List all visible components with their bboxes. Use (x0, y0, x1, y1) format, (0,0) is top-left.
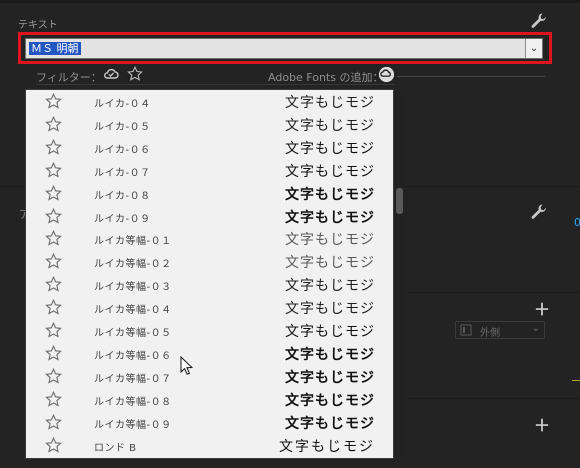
font-preview-sample: 文字もじモジ (285, 140, 375, 157)
star-icon[interactable] (45, 230, 62, 247)
star-icon[interactable] (45, 367, 62, 385)
font-list-item[interactable]: ルイカ-０６ 文字もじモジ (26, 136, 393, 159)
font-preview-sample: 文字もじモジ (285, 232, 375, 249)
wrench-icon[interactable] (530, 203, 548, 221)
font-list-item[interactable]: ルイカ-０８ 文字もじモジ (26, 182, 393, 205)
font-preview-sample: 文字もじモジ (285, 415, 375, 432)
plus-icon[interactable]: ＋ (534, 296, 550, 320)
star-icon[interactable] (45, 93, 62, 110)
filter-label: フィルター： (36, 71, 102, 84)
font-name: ルイカ-０８ (94, 190, 151, 202)
star-icon[interactable] (45, 207, 62, 225)
font-name: ルイカ等幅-０９ (94, 419, 172, 431)
star-icon[interactable] (45, 184, 62, 202)
font-preview-sample: 文字もじモジ (285, 346, 375, 363)
font-name: ルイカ等幅-０３ (94, 282, 172, 294)
wrench-icon[interactable] (530, 12, 548, 30)
timeline-marker (572, 380, 580, 381)
filter-divider (397, 76, 545, 77)
star-icon[interactable] (127, 66, 143, 82)
font-preview-sample: 文字もじモジ (285, 255, 375, 272)
font-name: ルイカ等幅-０４ (94, 305, 172, 317)
plus-icon[interactable]: ＋ (534, 412, 550, 436)
section-label-text: テキスト (18, 20, 58, 31)
font-preview-sample: 文字もじモジ (285, 301, 375, 318)
font-list-item[interactable]: ルイカ等幅-０９ 文字もじモジ (26, 411, 393, 434)
font-name: ロンド B (94, 442, 137, 454)
font-preview-sample: 文字もじモジ (285, 186, 375, 203)
font-preview-sample: 文字もじモジ (285, 324, 375, 340)
font-name: ルイカ-０６ (94, 144, 151, 156)
value-readout-partial: 0 (574, 216, 580, 229)
font-preview-sample: 文字もじモジ (285, 163, 375, 180)
font-list-item[interactable]: ルイカ等幅-０５ 文字もじモジ (26, 319, 393, 342)
font-preview-sample: 文字もじモジ (285, 278, 375, 295)
font-name: ルイカ-０７ (94, 167, 151, 179)
creative-cloud-icon[interactable] (378, 66, 395, 83)
font-list-item[interactable]: ルイカ等幅-０６ 文字もじモジ (26, 342, 393, 365)
font-name: ルイカ等幅-０２ (94, 259, 172, 271)
star-icon[interactable] (45, 322, 62, 339)
font-preview-sample: 文字もじモジ (285, 95, 375, 111)
font-list-item[interactable]: ルイカ-０５ 文字もじモジ (26, 113, 393, 136)
panel-divider (408, 398, 580, 399)
cloud-check-icon[interactable] (103, 67, 119, 81)
filter-divider (36, 84, 394, 85)
scrollbar-track[interactable] (394, 90, 405, 458)
font-preview-sample: 文字もじモジ (285, 369, 375, 386)
font-preview-sample: 文字もじモジ (285, 209, 375, 226)
star-icon[interactable] (45, 299, 62, 316)
font-name: ルイカ-０５ (94, 121, 151, 133)
adobe-fonts-label: Adobe Fonts の追加： (268, 71, 384, 84)
font-name: ルイカ等幅-０５ (94, 328, 172, 339)
font-family-select[interactable]: ＭＳ 明朝 ⌄ (25, 38, 543, 59)
font-list-item[interactable]: ルイカ-０７ 文字もじモジ (26, 159, 393, 182)
font-name: ルイカ等幅-０６ (94, 350, 172, 362)
font-name: ルイカ等幅-０１ (94, 236, 172, 248)
stroke-position-value: 外側 (480, 328, 500, 339)
star-icon[interactable] (45, 413, 62, 431)
font-name: ルイカ-０９ (94, 213, 151, 225)
font-preview-sample: 文字もじモジ (279, 438, 375, 455)
star-icon[interactable] (45, 276, 62, 293)
chevron-down-icon[interactable]: ⌄ (525, 39, 542, 58)
font-list-item[interactable]: ルイカ等幅-０１ 文字もじモジ (26, 227, 393, 250)
star-icon[interactable] (45, 138, 62, 156)
font-list-item[interactable]: ロンド B 文字もじモジ (26, 434, 393, 457)
font-list-item[interactable]: ルイカ等幅-０３ 文字もじモジ (26, 273, 393, 296)
chevron-down-icon: ⌄ (531, 323, 540, 334)
font-list-item[interactable]: ルイカ等幅-０７ 文字もじモジ (26, 365, 393, 388)
font-list-item[interactable]: ルイカ等幅-０２ 文字もじモジ (26, 250, 393, 273)
font-preview-sample: 文字もじモジ (285, 392, 375, 409)
font-list-item[interactable]: ルイカ-０４ 文字もじモジ (26, 90, 393, 113)
font-preview-sample: 文字もじモジ (285, 117, 375, 134)
font-list-item[interactable]: ルイカ等幅-０８ 文字もじモジ (26, 388, 393, 411)
star-icon[interactable] (45, 436, 62, 454)
star-icon[interactable] (45, 253, 62, 270)
stroke-align-icon (460, 324, 472, 336)
font-family-value[interactable]: ＭＳ 明朝 (29, 42, 81, 55)
font-list-item[interactable]: ルイカ-０９ 文字もじモジ (26, 205, 393, 228)
star-icon[interactable] (45, 390, 62, 408)
star-icon[interactable] (45, 115, 62, 133)
panel-top-border (0, 0, 580, 3)
font-dropdown-list[interactable]: ルイカ-０４ 文字もじモジ ルイカ-０５ 文字もじモジ ルイカ-０６ 文字もじモジ ルイカ-… (26, 90, 393, 458)
panel-divider (408, 292, 580, 293)
font-name: ルイカ等幅-０８ (94, 396, 172, 408)
font-name: ルイカ等幅-０７ (94, 373, 172, 385)
stroke-position-select[interactable]: 外側 ⌄ (455, 321, 545, 339)
star-icon[interactable] (45, 344, 62, 362)
font-name: ルイカ-０４ (94, 99, 151, 110)
scrollbar-thumb[interactable] (396, 188, 403, 214)
font-list-item[interactable]: ルイカ等幅-０４ 文字もじモジ (26, 296, 393, 319)
mouse-pointer-icon (180, 356, 194, 375)
star-icon[interactable] (45, 161, 62, 179)
